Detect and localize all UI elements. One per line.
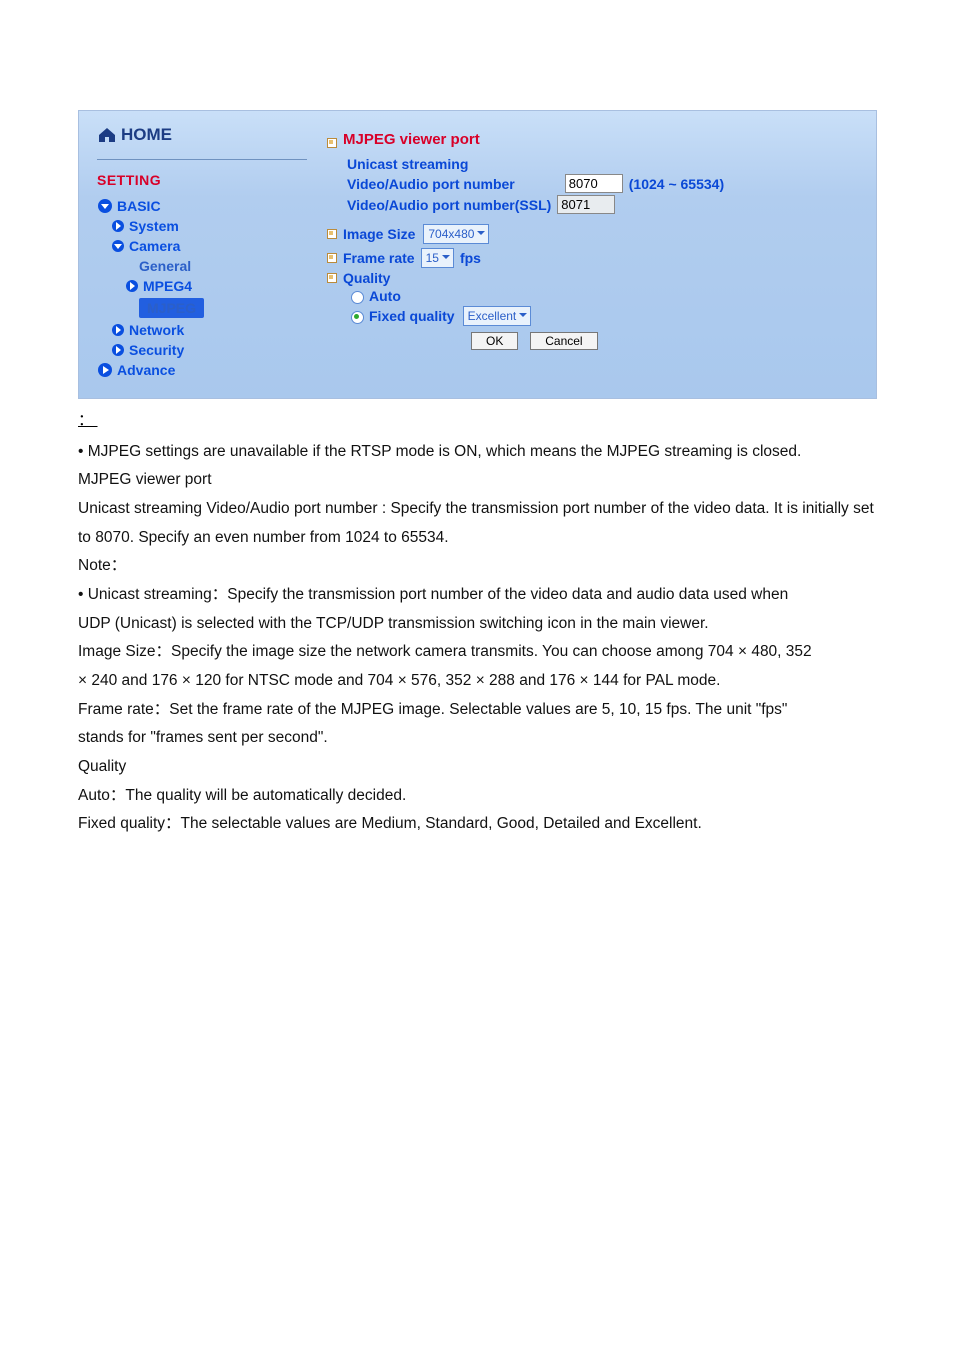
content-area: MJPEG viewer port Unicast streaming Vide… — [317, 111, 876, 398]
note-heading: ： — [78, 407, 98, 436]
setting-heading: SETTING — [97, 172, 307, 188]
advance-label: Advance — [117, 362, 175, 378]
settings-panel-screenshot: HOME SETTING BASIC System Camera General — [78, 110, 877, 399]
sidebar: HOME SETTING BASIC System Camera General — [79, 111, 317, 398]
auto-radio[interactable] — [351, 291, 364, 304]
frame-rate-select[interactable]: 15 — [421, 248, 454, 268]
arrow-down-icon — [97, 198, 113, 214]
sidebar-item-mpeg4[interactable]: MPEG4 — [97, 278, 307, 294]
system-label: System — [129, 218, 179, 234]
vap-ssl-label: Video/Audio port number(SSL) — [347, 197, 551, 213]
image-size-p1: Image Size：Specify the image size the ne… — [78, 638, 876, 667]
document-body: ： • MJPEG settings are unavailable if th… — [78, 407, 876, 839]
camera-label: Camera — [129, 238, 180, 254]
mpeg4-label: MPEG4 — [143, 278, 192, 294]
arrow-right-icon — [111, 343, 125, 357]
bullet-icon — [327, 253, 337, 263]
mjpeg-viewer-port-heading: MJPEG viewer port — [343, 131, 480, 148]
sidebar-item-network[interactable]: Network — [97, 322, 307, 338]
sidebar-item-advance[interactable]: Advance — [97, 362, 307, 378]
note2-label: Note： — [78, 552, 876, 581]
home-label: HOME — [121, 125, 172, 145]
frame-rate-p2: stands for "frames sent per second". — [78, 724, 876, 753]
bullet-icon — [327, 229, 337, 239]
sidebar-item-mjpeg[interactable]: MJPEG — [97, 298, 307, 318]
arrow-right-icon — [125, 279, 139, 293]
image-size-label: Image Size — [343, 226, 415, 242]
arrow-right-icon — [111, 219, 125, 233]
sidebar-item-system[interactable]: System — [97, 218, 307, 234]
general-label: General — [139, 258, 191, 274]
vap-input[interactable] — [565, 174, 623, 193]
unicast-paragraph: Unicast streaming Video/Audio port numbe… — [78, 495, 876, 552]
ok-button[interactable]: OK — [471, 332, 518, 350]
arrow-down-icon — [111, 239, 125, 253]
mjpeg-viewer-port-heading: MJPEG viewer port — [78, 466, 876, 495]
frame-rate-p1: Frame rate：Set the frame rate of the MJP… — [78, 696, 876, 725]
home-link[interactable]: HOME — [97, 125, 307, 145]
fixed-quality-label: Fixed quality — [369, 308, 455, 324]
image-size-select[interactable]: 704x480 — [423, 224, 489, 244]
vap-range: (1024 ~ 65534) — [629, 176, 724, 192]
network-label: Network — [129, 322, 184, 338]
mjpeg-label: MJPEG — [139, 298, 204, 318]
unicast-streaming-label: Unicast streaming — [347, 156, 468, 172]
unicast-note-b: UDP (Unicast) is selected with the TCP/U… — [78, 610, 876, 639]
sidebar-item-security[interactable]: Security — [97, 342, 307, 358]
quality-heading: Quality — [78, 753, 876, 782]
frame-rate-unit: fps — [460, 250, 481, 266]
bullet-icon — [327, 138, 337, 148]
auto-label: Auto — [369, 288, 401, 304]
quality-auto: Auto：The quality will be automatically d… — [78, 782, 876, 811]
unicast-note-a: • Unicast streaming：Specify the transmis… — [78, 581, 876, 610]
sidebar-item-camera[interactable]: Camera — [97, 238, 307, 254]
basic-label: BASIC — [117, 198, 161, 214]
bullet-icon — [327, 273, 337, 283]
image-size-p2: × 240 and 176 × 120 for NTSC mode and 70… — [78, 667, 876, 696]
vap-ssl-input — [557, 195, 615, 214]
arrow-right-icon — [111, 323, 125, 337]
sidebar-item-general[interactable]: General — [97, 258, 307, 274]
fixed-quality-select[interactable]: Excellent — [463, 306, 532, 326]
sidebar-divider — [97, 159, 307, 160]
note-bullet-1: • MJPEG settings are unavailable if the … — [78, 438, 876, 467]
quality-label: Quality — [343, 270, 390, 286]
home-icon — [97, 127, 117, 143]
security-label: Security — [129, 342, 184, 358]
quality-fixed: Fixed quality：The selectable values are … — [78, 810, 876, 839]
sidebar-item-basic[interactable]: BASIC — [97, 198, 307, 214]
cancel-button[interactable]: Cancel — [530, 332, 597, 350]
frame-rate-label: Frame rate — [343, 250, 415, 266]
fixed-quality-radio[interactable] — [351, 311, 364, 324]
vap-label: Video/Audio port number — [347, 176, 515, 192]
arrow-right-icon — [97, 362, 113, 378]
